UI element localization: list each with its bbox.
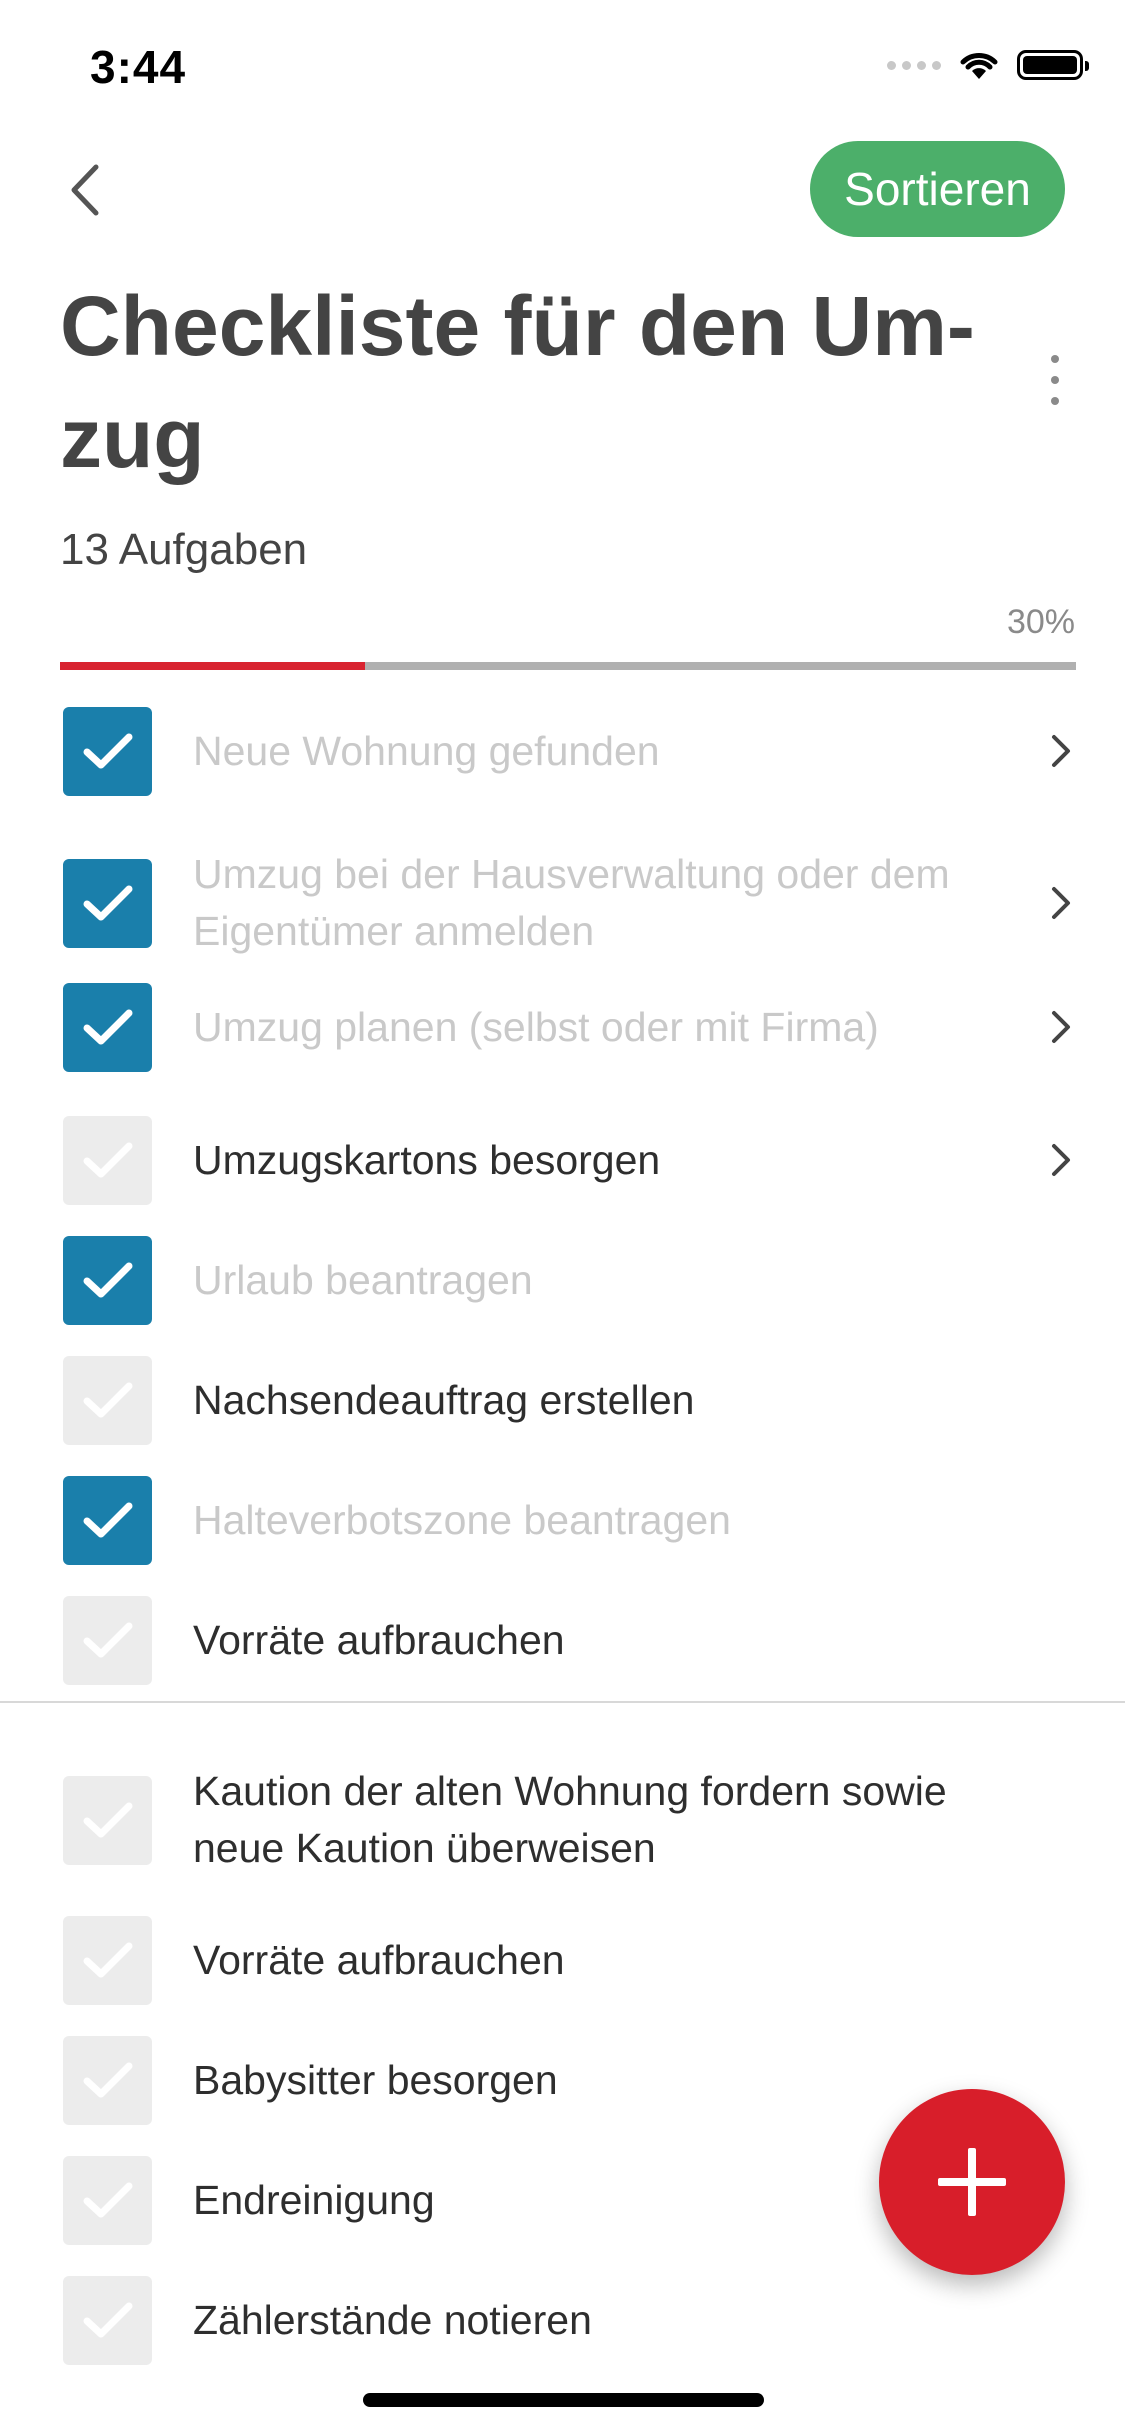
checkbox-unchecked[interactable] [63,1775,152,1865]
task-label: Urlaub beantragen [193,1256,533,1303]
more-vertical-icon [1051,355,1059,363]
battery-icon [1017,50,1089,80]
task-item[interactable]: Nachsendeauftrag erstellen [0,1355,1125,1445]
task-label: Kaution der alten Wohnung fordern sowie … [193,1768,947,1871]
checkbox-checked[interactable] [63,982,152,1072]
checkbox-unchecked[interactable] [63,2275,152,2365]
sort-button[interactable]: Sortieren [810,141,1065,237]
task-item[interactable]: Umzugskartons besorgen [0,1115,1125,1205]
page-title: Checkliste für den Um-zug [60,279,975,485]
task-label: Vorräte aufbrauchen [193,1616,565,1663]
task-label: Nachsendeauftrag erstellen [193,1376,695,1423]
task-item[interactable]: Neue Wohnung gefunden [0,706,1125,796]
chevron-right-icon[interactable] [1045,1140,1075,1180]
checkmark-icon [83,733,132,769]
checkmark-icon [83,1802,132,1838]
task-label: Umzug planen (selbst oder mit Firma) [193,1003,879,1050]
task-item[interactable]: Vorräte aufbrauchen [0,1915,1125,2005]
task-item[interactable]: Umzug planen (selbst oder mit Firma) [0,982,1125,1072]
checkbox-unchecked[interactable] [63,2155,152,2245]
chevron-right-icon[interactable] [1045,1007,1075,1047]
task-item[interactable]: Kaution der alten Wohnung fordern sowie … [0,1755,1125,1885]
checkmark-icon [83,1142,132,1178]
task-label: Umzugskartons besorgen [193,1136,661,1183]
task-item[interactable]: Zählerstände notieren [0,2275,1125,2365]
task-label: Neue Wohnung gefunden [193,727,660,774]
plus-icon [938,2148,1006,2216]
checkbox-checked[interactable] [63,706,152,796]
task-item[interactable]: Halteverbotszone beantragen [0,1475,1125,1565]
task-label: Babysitter besorgen [193,2056,558,2103]
checkbox-unchecked[interactable] [63,1115,152,1205]
status-bar: 3:44 [0,0,1125,132]
checkbox-checked[interactable] [63,1235,152,1325]
task-item[interactable]: Vorräte aufbrauchen [0,1595,1125,1685]
list-divider [0,1701,1125,1703]
chevron-right-icon[interactable] [1045,731,1075,771]
checkmark-icon [83,1382,132,1418]
progress-bar [60,662,1076,670]
checkbox-unchecked[interactable] [63,1915,152,2005]
task-item[interactable]: Umzug bei der Hausverwaltung oder dem Ei… [0,838,1125,968]
checkmark-icon [83,1622,132,1658]
checkmark-icon [83,1009,132,1045]
checkmark-icon [83,885,132,921]
task-item[interactable]: Urlaub beantragen [0,1235,1125,1325]
add-task-button[interactable] [879,2089,1065,2275]
checkmark-icon [83,1942,132,1978]
checkbox-checked[interactable] [63,1475,152,1565]
task-count: 13 Aufgaben [60,525,308,574]
wifi-icon [960,53,998,79]
checkbox-unchecked[interactable] [63,2035,152,2125]
checkbox-unchecked[interactable] [63,1355,152,1445]
checkbox-unchecked[interactable] [63,1595,152,1685]
home-indicator [363,2393,764,2407]
checkmark-icon [83,2182,132,2218]
chevron-left-icon [71,164,99,216]
status-icons [887,48,1089,82]
more-options-button[interactable] [1040,355,1070,405]
task-label: Halteverbotszone beantragen [193,1496,731,1543]
checkmark-icon [83,1262,132,1298]
checkmark-icon [83,2302,132,2338]
task-label: Umzug bei der Hausverwaltung oder dem Ei… [193,851,950,954]
checkmark-icon [83,1502,132,1538]
chevron-right-icon[interactable] [1045,883,1075,923]
progress-bar-fill [60,662,365,670]
back-button[interactable] [55,155,115,225]
progress-percent: 30% [1006,603,1075,641]
checkbox-checked[interactable] [63,858,152,948]
cellular-signal-icon [887,60,941,70]
checkmark-icon [83,2062,132,2098]
status-time: 3:44 [90,41,187,93]
task-label: Zählerstände notieren [193,2296,592,2343]
task-label: Vorräte aufbrauchen [193,1936,565,1983]
